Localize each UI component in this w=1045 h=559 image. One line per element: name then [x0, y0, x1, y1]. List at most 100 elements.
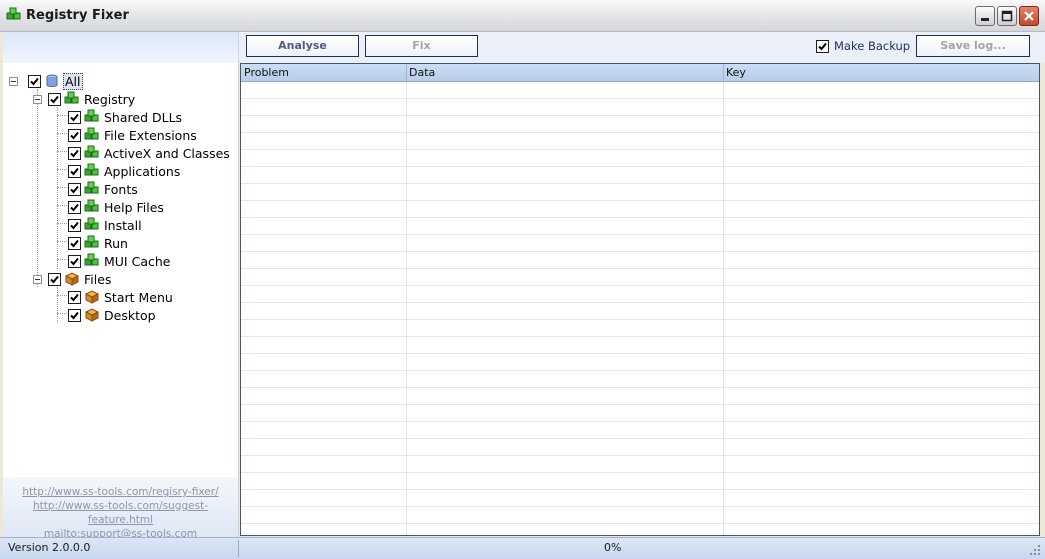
row-gridline: [241, 183, 1039, 184]
checkbox-activex-classes[interactable]: [68, 146, 81, 160]
tree-node-registry[interactable]: Registry: [48, 90, 136, 108]
box-icon: [84, 308, 100, 322]
tree-node-label: Run: [104, 235, 128, 251]
tree-node-applications[interactable]: Applications: [68, 162, 181, 180]
checkmark-icon: [70, 185, 79, 193]
minimize-button[interactable]: [975, 6, 995, 26]
maximize-button[interactable]: [997, 6, 1017, 26]
registry-cubes-icon: [84, 235, 99, 248]
suggest-feature-link[interactable]: http://www.ss-tools.com/suggest-feature.…: [3, 499, 238, 527]
checkmark-icon: [70, 293, 79, 301]
checkbox-help-files[interactable]: [68, 200, 81, 214]
tree-node-desktop[interactable]: Desktop: [68, 306, 157, 324]
category-pane-header: [3, 32, 238, 63]
status-bar: Version 2.0.0.0 0%: [0, 537, 1045, 559]
checkmark-icon: [70, 167, 79, 175]
checkbox-all[interactable]: [28, 74, 41, 88]
app-window: Registry Fixer All Registry Shared DLLs …: [0, 0, 1045, 559]
checkbox-run[interactable]: [68, 236, 81, 250]
registry-cubes-icon: [84, 163, 99, 176]
tree-node-files[interactable]: Files: [48, 270, 112, 288]
checkmark-icon: [30, 77, 39, 85]
checkbox-desktop[interactable]: [68, 308, 81, 322]
save-log-button[interactable]: Save log...: [916, 35, 1030, 57]
row-gridline: [241, 251, 1039, 252]
checkbox-shared-dlls[interactable]: [68, 110, 81, 124]
minimize-icon: [981, 18, 989, 21]
tree-node-file-extensions[interactable]: File Extensions: [68, 126, 198, 144]
checkbox-files[interactable]: [48, 272, 61, 286]
fix-button[interactable]: Fix: [365, 35, 478, 57]
collapse-all-toggle[interactable]: [9, 77, 18, 86]
row-gridline: [241, 132, 1039, 133]
tree-node-label: All: [63, 72, 83, 90]
tree-node-label: Shared DLLs: [104, 109, 183, 125]
checkbox-fonts[interactable]: [68, 182, 81, 196]
title-bar[interactable]: Registry Fixer: [0, 0, 1045, 32]
tree-node-label: ActiveX and Classes: [104, 145, 230, 161]
make-backup-label: Make Backup: [834, 39, 911, 53]
row-gridline: [241, 353, 1039, 354]
problems-grid[interactable]: Problem Data Key: [240, 63, 1040, 536]
tree-node-help-files[interactable]: Help Files: [68, 198, 165, 216]
tree-node-activex-classes[interactable]: ActiveX and Classes: [68, 144, 231, 162]
checkmark-icon: [70, 239, 79, 247]
progress-label: 0%: [604, 541, 622, 554]
checkbox-registry[interactable]: [48, 92, 61, 106]
tree-node-all[interactable]: All: [28, 72, 83, 90]
row-gridline: [241, 115, 1039, 116]
row-gridline: [241, 200, 1039, 201]
tree-node-shared-dlls[interactable]: Shared DLLs: [68, 108, 183, 126]
grid-header: Problem Data Key: [241, 64, 1039, 82]
column-divider[interactable]: [406, 64, 407, 82]
analyse-button[interactable]: Analyse: [246, 35, 359, 57]
column-header-data[interactable]: Data: [409, 66, 435, 79]
links-panel: http://www.ss-tools.com/regisry-fixer/ h…: [3, 477, 238, 540]
tree-node-run[interactable]: Run: [68, 234, 129, 252]
checkbox-applications[interactable]: [68, 164, 81, 178]
column-gridline: [406, 82, 407, 535]
column-header-problem[interactable]: Problem: [244, 66, 289, 79]
tree-node-mui-cache[interactable]: MUI Cache: [68, 252, 171, 270]
registry-cubes-icon: [84, 253, 99, 266]
registry-cubes-icon: [6, 7, 21, 20]
row-gridline: [241, 217, 1039, 218]
resize-grip-icon[interactable]: [1029, 544, 1041, 556]
close-button[interactable]: [1019, 6, 1039, 26]
checkbox-start-menu[interactable]: [68, 290, 81, 304]
registry-cubes-icon: [84, 109, 99, 122]
column-header-key[interactable]: Key: [726, 66, 746, 79]
checkmark-icon: [50, 95, 59, 103]
row-gridline: [241, 98, 1039, 99]
make-backup-option[interactable]: Make Backup: [816, 39, 910, 53]
column-divider[interactable]: [723, 64, 724, 82]
collapse-registry-toggle[interactable]: [33, 95, 42, 104]
checkmark-icon: [70, 203, 79, 211]
tree-connector: [37, 89, 38, 287]
tree-node-label: File Extensions: [104, 127, 197, 143]
checkbox-file-extensions[interactable]: [68, 128, 81, 142]
checkmark-icon: [70, 221, 79, 229]
tree-node-label: Applications: [104, 163, 181, 179]
database-icon: [46, 74, 58, 87]
tree-node-fonts[interactable]: Fonts: [68, 180, 139, 198]
tree-node-label: Install: [104, 217, 142, 233]
checkbox-mui-cache[interactable]: [68, 254, 81, 268]
registry-cubes-icon: [64, 91, 79, 104]
registry-cubes-icon: [84, 181, 99, 194]
checkbox-install[interactable]: [68, 218, 81, 232]
version-label: Version 2.0.0.0: [8, 541, 91, 554]
tree-node-start-menu[interactable]: Start Menu: [68, 288, 174, 306]
tree-node-label: Registry: [84, 91, 136, 107]
maximize-icon: [1001, 10, 1013, 22]
category-pane: All Registry Shared DLLs File Extensions: [3, 32, 239, 540]
tree-node-label: Start Menu: [104, 289, 173, 305]
row-gridline: [241, 421, 1039, 422]
tree-node-install[interactable]: Install: [68, 216, 143, 234]
row-gridline: [241, 234, 1039, 235]
row-gridline: [241, 506, 1039, 507]
homepage-link[interactable]: http://www.ss-tools.com/regisry-fixer/: [3, 485, 238, 499]
make-backup-checkbox[interactable]: [816, 39, 829, 53]
window-title: Registry Fixer: [26, 8, 129, 23]
collapse-files-toggle[interactable]: [33, 275, 42, 284]
